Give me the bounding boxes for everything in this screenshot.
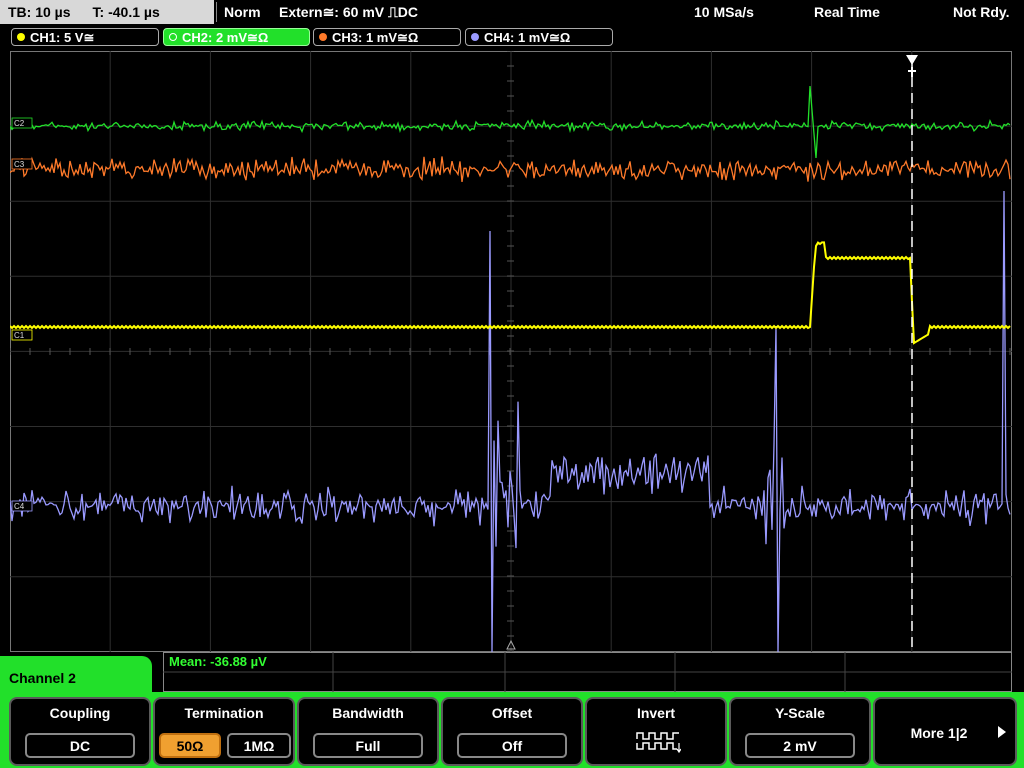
timebase-box[interactable]: TB: 10 µs T: -40.1 µs [0,0,214,24]
yscale-softkey[interactable]: Y-Scale 2 mV [729,697,871,766]
ch2-offset-marker: C2 [14,119,25,128]
measurement-grid [163,652,1012,692]
channel-tab-label: CH1: 5 V≅ [30,30,95,45]
invert-waveform-icon [636,732,681,754]
coupling-value: DC [25,733,135,758]
bandwidth-softkey[interactable]: Bandwidth Full [297,697,439,766]
yscale-value: 2 mV [745,733,855,758]
channel-tab-ch2[interactable]: CH2: 2 mV≅Ω [163,28,310,46]
softkey-title: Y-Scale [775,705,825,721]
channel-tab-label: CH3: 1 mV≅Ω [332,30,419,45]
ch1-offset-marker: C1 [14,331,25,340]
mean-measurement: Mean: -36.88 µV [169,654,267,669]
ready-status: Not Rdy. [953,4,1010,20]
trigger-source[interactable]: Extern≅: 60 mV ⎍DC [279,0,418,24]
trigger-time-readout: T: -40.1 µs [92,4,160,20]
softkey-title: Coupling [49,705,111,721]
ch2-color-dot [169,33,177,41]
more-softkey[interactable]: More 1|2 [873,697,1017,766]
waveform-display[interactable]: C2 C3 C1 C4 [10,51,1012,652]
sample-rate: 10 MSa/s [694,4,754,20]
channel-tab-label: CH4: 1 mV≅Ω [484,30,571,45]
coupling-softkey[interactable]: Coupling DC [9,697,151,766]
channel-tab-ch1[interactable]: CH1: 5 V≅ [11,28,159,46]
termination-1mohm-option[interactable]: 1MΩ [227,733,291,758]
channel-tab-ch4[interactable]: CH4: 1 mV≅Ω [465,28,613,46]
ch1-color-dot [17,33,25,41]
next-page-icon [998,726,1006,738]
more-label: More 1|2 [910,725,968,741]
channel-tab-label: CH2: 2 mV≅Ω [182,30,269,45]
offset-value: Off [457,733,567,758]
offset-softkey[interactable]: Offset Off [441,697,583,766]
softkey-title: Offset [491,705,533,721]
termination-softkey[interactable]: Termination 50Ω 1MΩ [153,697,295,766]
trigger-mode[interactable]: Norm [224,0,261,24]
ch3-offset-marker: C3 [14,160,25,169]
ch3-color-dot [319,33,327,41]
softkey-title: Invert [636,705,676,721]
softkey-title: Termination [184,705,264,721]
softkey-title: Bandwidth [332,705,404,721]
invert-softkey[interactable]: Invert [585,697,727,766]
acquisition-mode: Real Time [814,4,880,20]
channel-tab-ch3[interactable]: CH3: 1 mV≅Ω [313,28,461,46]
timebase-readout: TB: 10 µs [8,4,71,20]
ch4-color-dot [471,33,479,41]
ch4-offset-marker: C4 [14,502,25,511]
divider [216,2,217,22]
bandwidth-value: Full [313,733,423,758]
termination-50ohm-option[interactable]: 50Ω [159,733,221,758]
